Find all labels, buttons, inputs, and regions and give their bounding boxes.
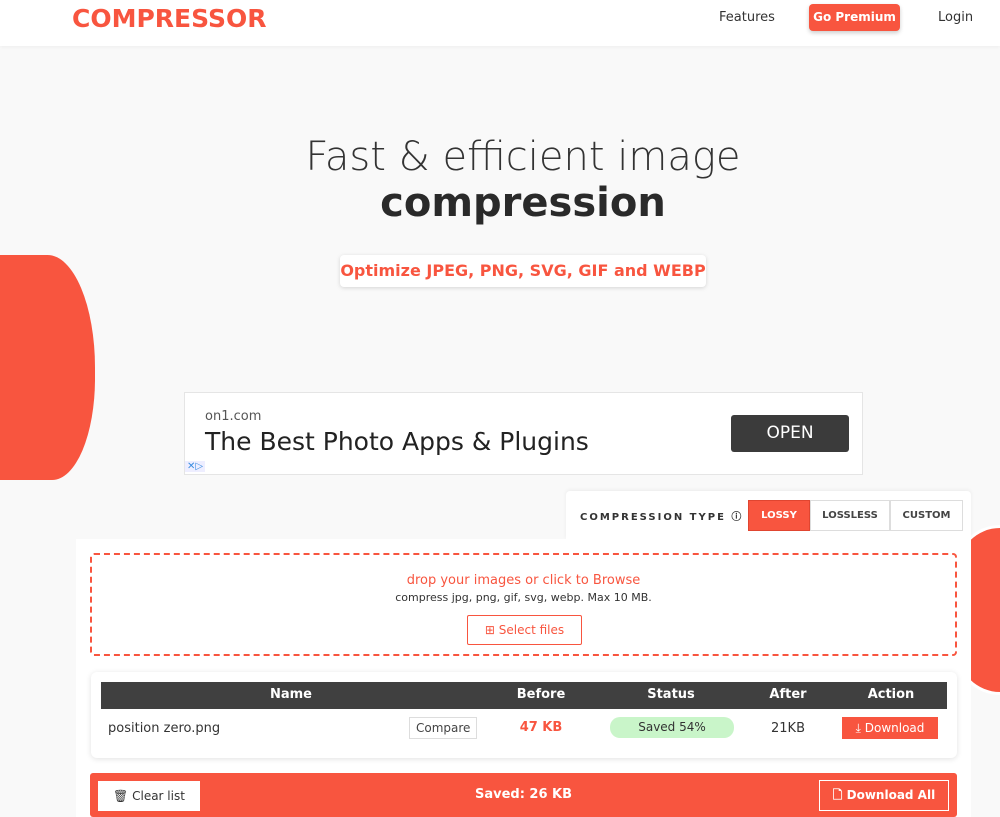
files-table: Name Before Status After Action position… [91, 672, 957, 758]
ad-domain: on1.com [205, 409, 262, 424]
download-all-button[interactable]: 🗋 Download All [819, 780, 949, 811]
compare-button[interactable]: Compare [409, 717, 478, 739]
lossy-option[interactable]: LOSSY [748, 500, 810, 531]
download-label: Download [864, 721, 925, 735]
drop-title: drop your images or click to Browse [406, 573, 641, 588]
nav-login[interactable]: Login [938, 10, 973, 25]
header: COMPRESSOR Features Go Premium Login [0, 0, 1000, 46]
compression-type-label: COMPRESSION TYPE ⓘ : [580, 512, 755, 523]
table-row: position zero.png Compare 47 KB Saved 54… [101, 716, 947, 742]
download-icon: ⤓ [855, 721, 865, 735]
custom-option[interactable]: CUSTOM [890, 500, 963, 531]
logo[interactable]: COMPRESSOR [72, 4, 267, 33]
col-status: Status [647, 687, 695, 702]
status-badge: Saved 54% [610, 717, 734, 738]
select-files-label: Select files [498, 623, 565, 637]
ad-banner[interactable]: on1.com The Best Photo Apps & Plugins OP… [184, 392, 863, 475]
download-all-label: Download All [846, 788, 936, 802]
drop-hint: compress jpg, png, gif, svg, webp. Max 1… [395, 591, 652, 604]
ad-title[interactable]: The Best Photo Apps & Plugins [205, 427, 589, 456]
hero-title-line2: compression [380, 180, 666, 226]
file-name: position zero.png [108, 721, 221, 736]
nav-features[interactable]: Features [719, 10, 775, 25]
col-before: Before [516, 687, 566, 702]
before-size: 47 KB [519, 720, 563, 735]
summary-bar: 🗑 Clear list Saved: 26 KB 🗋 Download All [90, 773, 957, 817]
hero-title-line1: Fast & efficient image [305, 134, 741, 180]
drop-zone[interactable]: drop your images or click to Browse comp… [90, 553, 957, 656]
col-after: After [769, 687, 807, 702]
compression-type-panel: COMPRESSION TYPE ⓘ : LOSSY LOSSLESS CUST… [566, 491, 971, 539]
select-files-button[interactable]: ⊞ Select files [467, 615, 582, 645]
adchoices-icon[interactable]: ✕▷ [185, 461, 206, 472]
file-icon: 🗋 [832, 788, 847, 802]
lossless-option[interactable]: LOSSLESS [810, 500, 890, 531]
download-button[interactable]: ⤓ Download [842, 717, 938, 739]
decorative-blob [0, 255, 95, 480]
ad-open-button[interactable]: OPEN [731, 415, 849, 452]
add-file-icon: ⊞ [484, 623, 499, 637]
table-header: Name Before Status After Action [101, 682, 947, 709]
hero-subtitle: Optimize JPEG, PNG, SVG, GIF and WEBP [340, 255, 706, 287]
col-action: Action [867, 687, 915, 702]
after-size: 21KB [771, 721, 805, 736]
go-premium-button[interactable]: Go Premium [809, 4, 900, 31]
col-name: Name [269, 687, 312, 702]
